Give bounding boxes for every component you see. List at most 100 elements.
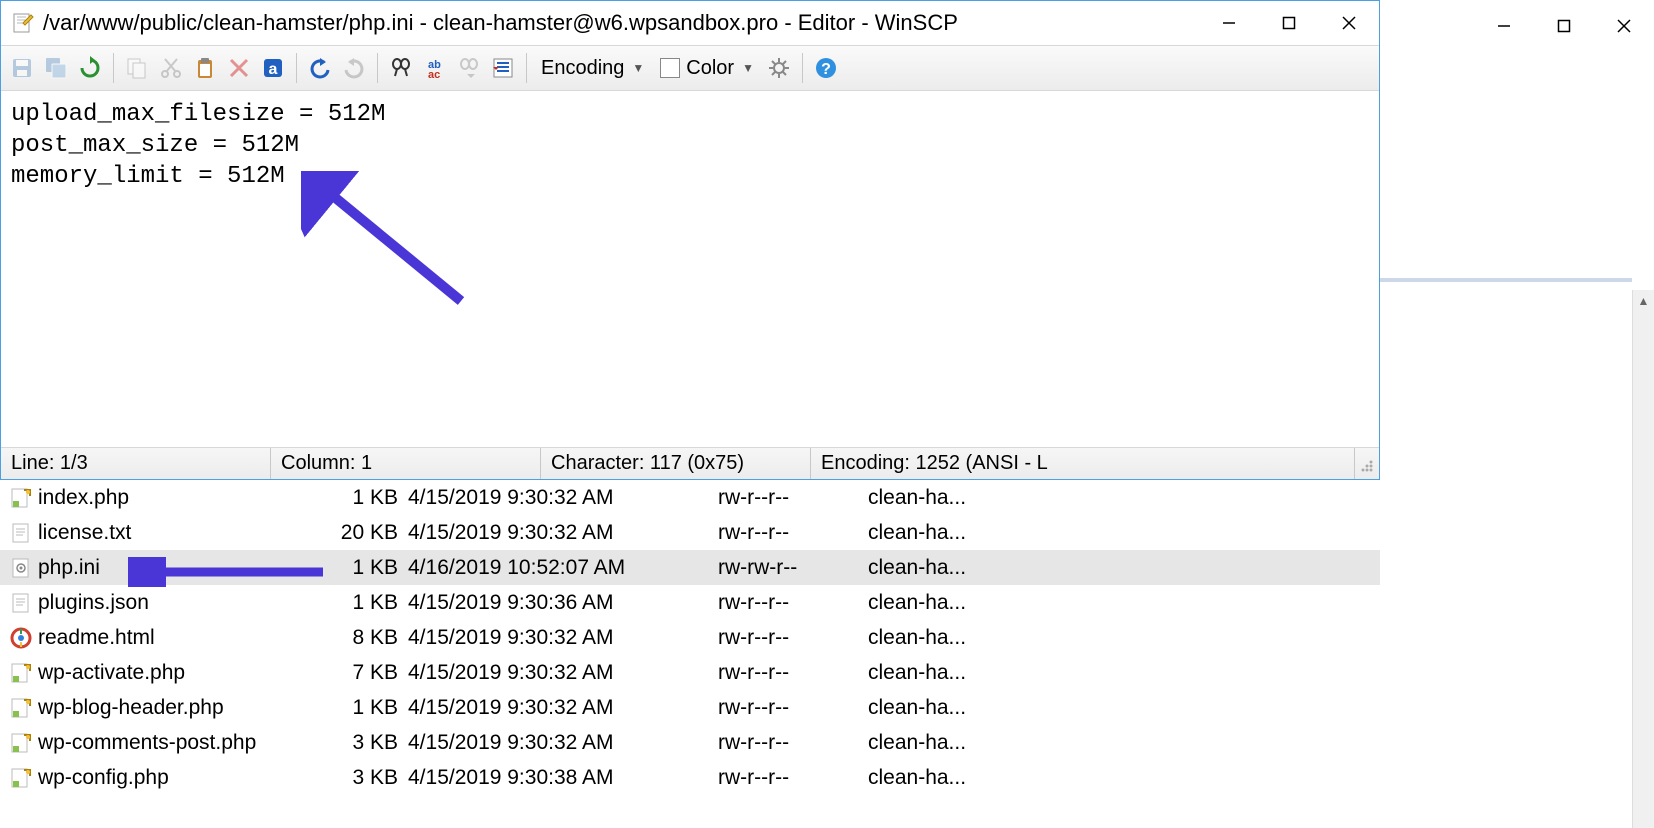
color-dropdown[interactable]: Color ▼ <box>654 53 760 83</box>
save-button[interactable] <box>7 53 37 83</box>
copy-button[interactable] <box>122 53 152 83</box>
file-row[interactable]: plugins.json1 KB4/15/2019 9:30:36 AMrw-r… <box>0 585 1380 620</box>
file-size: 3 KB <box>318 731 408 755</box>
dropdown-icon: ▼ <box>742 61 754 75</box>
svg-text:?: ? <box>821 61 831 78</box>
file-row[interactable]: wp-blog-header.php1 KB4/15/2019 9:30:32 … <box>0 690 1380 725</box>
editor-app-icon <box>11 11 35 35</box>
editor-line: upload_max_filesize = 512M <box>11 101 385 128</box>
file-icon <box>10 522 32 544</box>
scroll-up-icon[interactable]: ▲ <box>1633 290 1654 312</box>
file-row[interactable]: readme.html8 KB4/15/2019 9:30:32 AMrw-r-… <box>0 620 1380 655</box>
cut-button[interactable] <box>156 53 186 83</box>
file-owner: clean-ha... <box>868 661 1028 685</box>
file-changed: 4/15/2019 9:30:38 AM <box>408 766 718 790</box>
file-icon <box>10 557 32 579</box>
annotation-arrow-icon <box>301 171 481 311</box>
file-owner: clean-ha... <box>868 591 1028 615</box>
reload-button[interactable] <box>75 53 105 83</box>
file-changed: 4/15/2019 9:30:32 AM <box>408 661 718 685</box>
file-owner: clean-ha... <box>868 486 1028 510</box>
bg-titlebar <box>1354 0 1654 52</box>
file-icon <box>10 627 32 649</box>
find-button[interactable] <box>386 53 416 83</box>
file-icon <box>10 592 32 614</box>
file-icon <box>10 487 32 509</box>
file-changed: 4/15/2019 9:30:32 AM <box>408 626 718 650</box>
file-name: index.php <box>38 486 318 510</box>
file-icon <box>10 697 32 719</box>
bg-maximize-button[interactable] <box>1534 6 1594 46</box>
editor-text-area[interactable]: upload_max_filesize = 512M post_max_size… <box>1 91 1379 447</box>
bg-close-button[interactable] <box>1594 6 1654 46</box>
editor-minimize-button[interactable] <box>1199 3 1259 43</box>
color-swatch-icon <box>660 58 680 78</box>
replace-button[interactable]: abac <box>420 53 450 83</box>
file-rights: rw-r--r-- <box>718 486 868 510</box>
save-all-button[interactable] <box>41 53 71 83</box>
file-rights: rw-r--r-- <box>718 731 868 755</box>
file-rights: rw-r--r-- <box>718 591 868 615</box>
file-name: license.txt <box>38 521 318 545</box>
file-size: 20 KB <box>318 521 408 545</box>
file-row[interactable]: wp-comments-post.php3 KB4/15/2019 9:30:3… <box>0 725 1380 760</box>
file-rights: rw-r--r-- <box>718 626 868 650</box>
undo-button[interactable] <box>305 53 335 83</box>
file-row[interactable]: php.ini1 KB4/16/2019 10:52:07 AMrw-rw-r-… <box>0 550 1380 585</box>
editor-line: memory_limit = 512M <box>11 163 285 190</box>
file-changed: 4/15/2019 9:30:32 AM <box>408 486 718 510</box>
editor-titlebar[interactable]: /var/www/public/clean-hamster/php.ini - … <box>1 1 1379 45</box>
redo-button[interactable] <box>339 53 369 83</box>
file-owner: clean-ha... <box>868 521 1028 545</box>
file-row[interactable]: index.php1 KB4/15/2019 9:30:32 AMrw-r--r… <box>0 480 1380 515</box>
annotation-arrow-icon <box>128 557 328 587</box>
file-name: wp-comments-post.php <box>38 731 318 755</box>
file-name: readme.html <box>38 626 318 650</box>
preferences-button[interactable] <box>764 53 794 83</box>
file-changed: 4/15/2019 9:30:32 AM <box>408 731 718 755</box>
file-owner: clean-ha... <box>868 626 1028 650</box>
editor-statusbar: Line: 1/3 Column: 1 Character: 117 (0x75… <box>1 447 1379 479</box>
delete-button[interactable] <box>224 53 254 83</box>
svg-text:a: a <box>269 61 278 78</box>
file-row[interactable]: wp-config.php3 KB4/15/2019 9:30:38 AMrw-… <box>0 760 1380 795</box>
file-size: 3 KB <box>318 766 408 790</box>
editor-title: /var/www/public/clean-hamster/php.ini - … <box>43 10 1199 36</box>
file-icon <box>10 767 32 789</box>
editor-maximize-button[interactable] <box>1259 3 1319 43</box>
editor-window-controls <box>1199 3 1379 43</box>
file-icon <box>10 732 32 754</box>
file-row[interactable]: license.txt20 KB4/15/2019 9:30:32 AMrw-r… <box>0 515 1380 550</box>
select-all-button[interactable]: a <box>258 53 288 83</box>
file-changed: 4/15/2019 9:30:36 AM <box>408 591 718 615</box>
status-column: Column: 1 <box>271 448 541 479</box>
file-size: 8 KB <box>318 626 408 650</box>
file-changed: 4/15/2019 9:30:32 AM <box>408 521 718 545</box>
file-changed: 4/15/2019 9:30:32 AM <box>408 696 718 720</box>
goto-line-button[interactable] <box>488 53 518 83</box>
file-size: 7 KB <box>318 661 408 685</box>
bg-minimize-button[interactable] <box>1474 6 1534 46</box>
svg-text:ac: ac <box>428 69 440 80</box>
file-size: 1 KB <box>318 486 408 510</box>
file-owner: clean-ha... <box>868 696 1028 720</box>
file-changed: 4/16/2019 10:52:07 AM <box>408 556 718 580</box>
file-name: php.ini <box>38 556 318 580</box>
help-button[interactable]: ? <box>811 53 841 83</box>
file-owner: clean-ha... <box>868 766 1028 790</box>
file-rights: rw-r--r-- <box>718 521 868 545</box>
file-size: 1 KB <box>318 696 408 720</box>
resize-grip-icon[interactable] <box>1355 454 1375 474</box>
file-rights: rw-r--r-- <box>718 766 868 790</box>
paste-button[interactable] <box>190 53 220 83</box>
editor-window: /var/www/public/clean-hamster/php.ini - … <box>0 0 1380 480</box>
file-row[interactable]: wp-activate.php7 KB4/15/2019 9:30:32 AMr… <box>0 655 1380 690</box>
status-character: Character: 117 (0x75) <box>541 448 811 479</box>
editor-line: post_max_size = 512M <box>11 132 299 159</box>
find-next-button[interactable] <box>454 53 484 83</box>
encoding-dropdown[interactable]: Encoding ▼ <box>535 53 650 83</box>
bg-scrollbar[interactable]: ▲ <box>1632 290 1654 828</box>
editor-close-button[interactable] <box>1319 3 1379 43</box>
status-line: Line: 1/3 <box>1 448 271 479</box>
file-owner: clean-ha... <box>868 731 1028 755</box>
